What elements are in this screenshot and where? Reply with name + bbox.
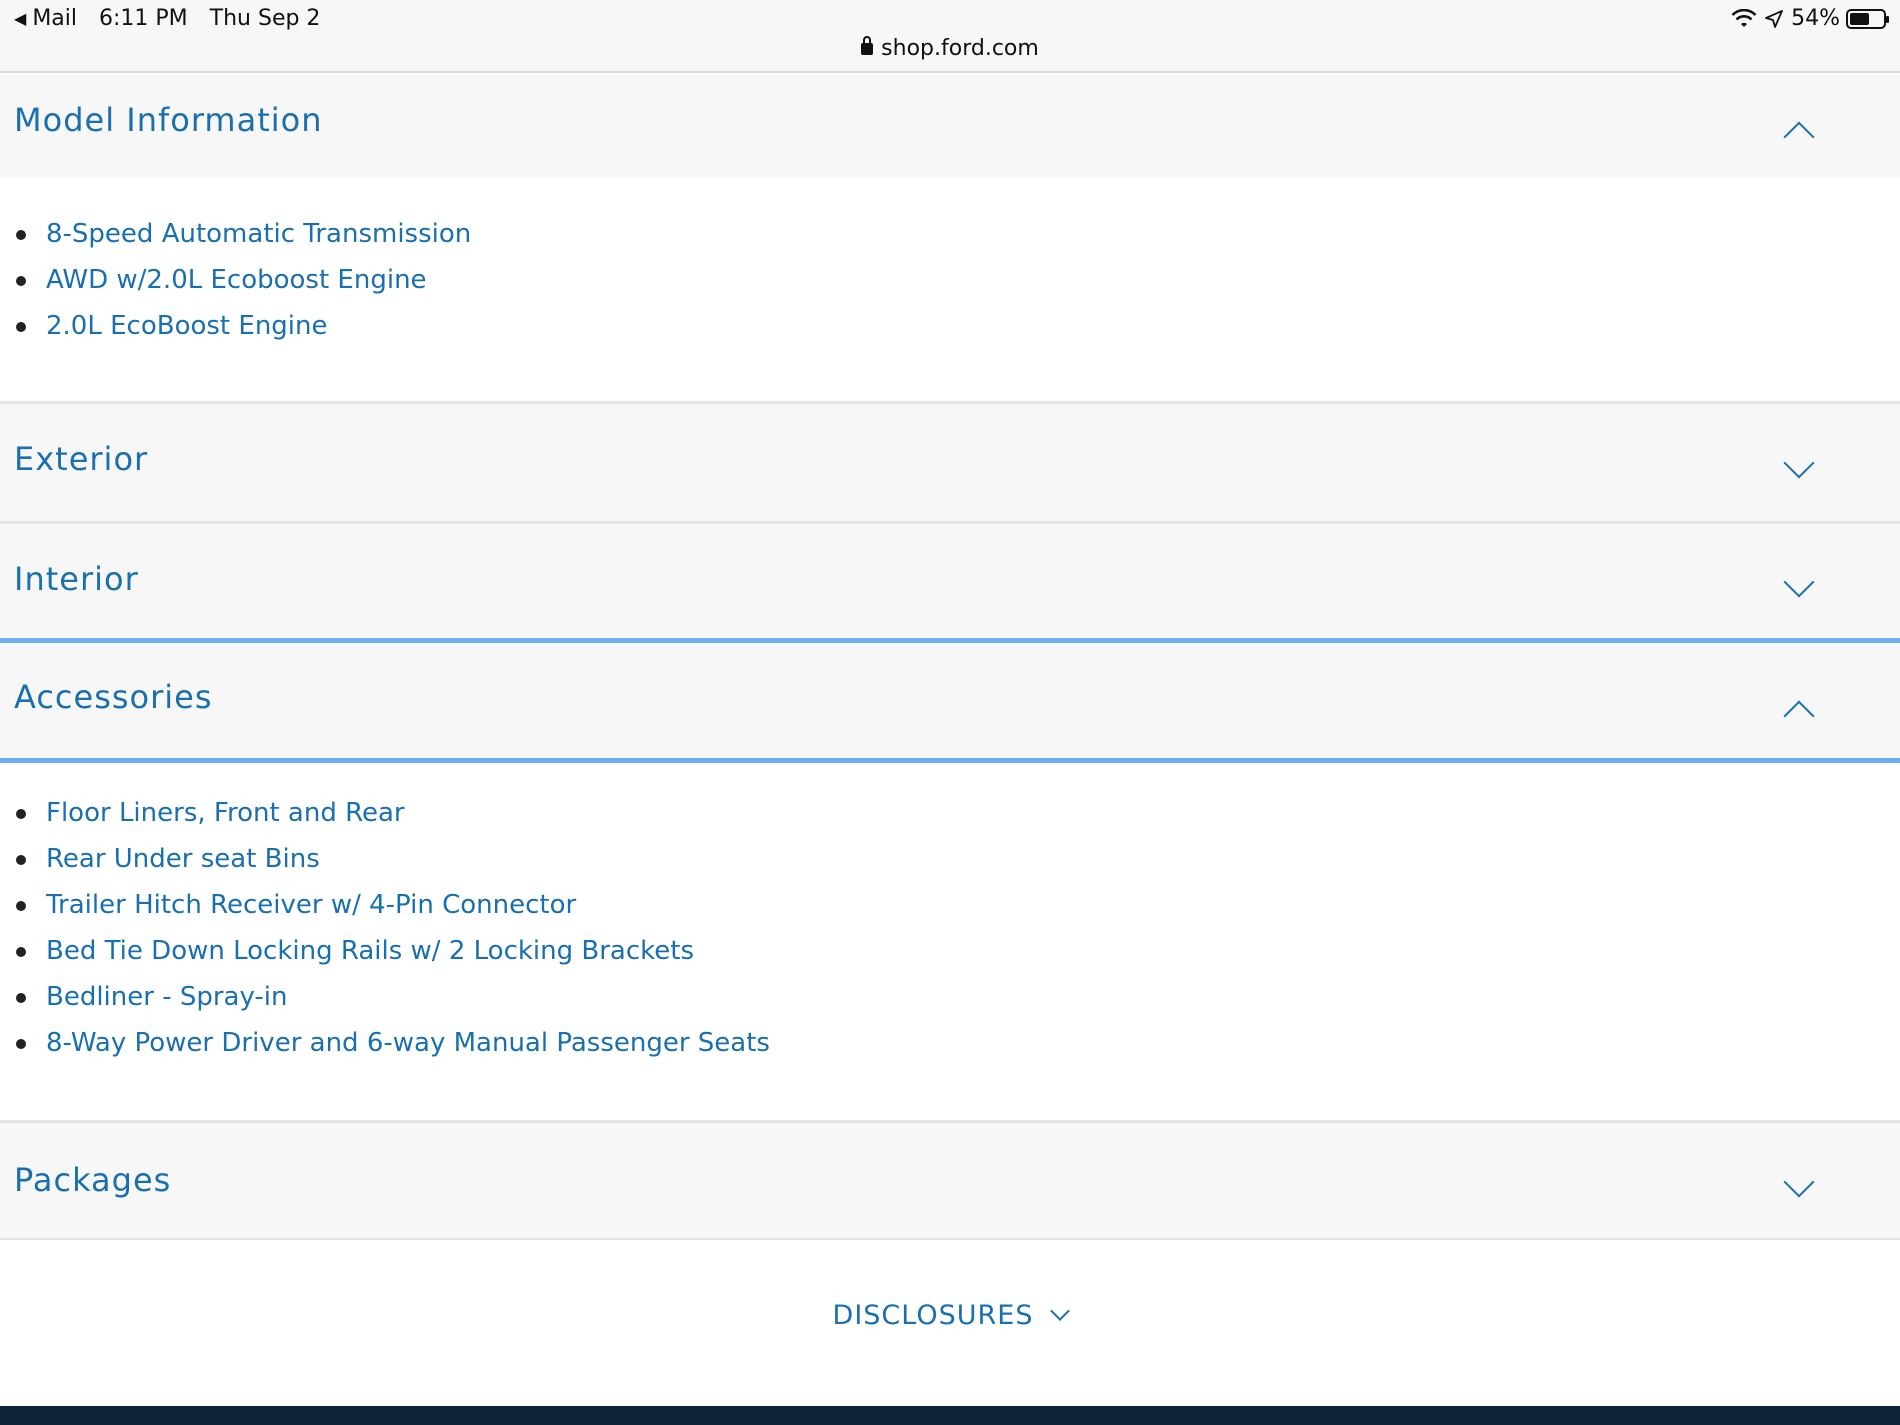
section-title: Interior	[14, 560, 139, 598]
back-arrow-icon[interactable]: ◀	[14, 9, 26, 28]
list-item[interactable]: 2.0L EcoBoost Engine	[0, 303, 1900, 349]
chevron-down-icon[interactable]	[1783, 566, 1815, 598]
section-accessories[interactable]: Accessories	[0, 643, 1900, 758]
accent-divider	[0, 758, 1900, 763]
status-date: Thu Sep 2	[209, 6, 321, 31]
accessories-list: Floor Liners, Front and Rear Rear Under …	[0, 790, 1900, 1066]
disclosures-toggle[interactable]: DISCLOSURES	[0, 1300, 1900, 1331]
list-item[interactable]: 8-Speed Automatic Transmission	[0, 211, 1900, 257]
section-model-information[interactable]: Model Information	[0, 75, 1900, 178]
section-title: Packages	[14, 1161, 172, 1199]
chevron-up-icon[interactable]	[1783, 700, 1815, 732]
section-title: Accessories	[14, 678, 213, 716]
battery-icon	[1846, 8, 1889, 29]
list-item[interactable]: Rear Under seat Bins	[0, 836, 1900, 882]
url-text: shop.ford.com	[881, 36, 1039, 61]
chevron-up-icon[interactable]	[1783, 121, 1815, 153]
section-title: Model Information	[14, 101, 323, 139]
list-item[interactable]: Trailer Hitch Receiver w/ 4-Pin Connecto…	[0, 882, 1900, 928]
status-time: 6:11 PM	[99, 6, 188, 31]
wifi-icon	[1731, 8, 1757, 27]
status-bar: ◀ Mail 6:11 PM Thu Sep 2 54% shop.ford.c…	[0, 0, 1900, 73]
footer-bar	[0, 1406, 1900, 1425]
section-exterior[interactable]: Exterior	[0, 404, 1900, 521]
section-packages[interactable]: Packages	[0, 1123, 1900, 1238]
status-right: 54%	[1731, 6, 1889, 31]
lock-icon	[861, 36, 874, 55]
list-item[interactable]: Bedliner - Spray-in	[0, 974, 1900, 1020]
section-title: Exterior	[14, 440, 149, 478]
address-bar[interactable]: shop.ford.com	[0, 36, 1900, 61]
divider	[0, 1238, 1900, 1240]
model-information-list: 8-Speed Automatic Transmission AWD w/2.0…	[0, 211, 1900, 349]
battery-percent: 54%	[1791, 6, 1840, 31]
list-item[interactable]: Bed Tie Down Locking Rails w/ 2 Locking …	[0, 928, 1900, 974]
list-item[interactable]: Floor Liners, Front and Rear	[0, 790, 1900, 836]
section-interior[interactable]: Interior	[0, 524, 1900, 638]
chevron-down-icon[interactable]	[1783, 1166, 1815, 1198]
list-item[interactable]: AWD w/2.0L Ecoboost Engine	[0, 257, 1900, 303]
disclosures-label: DISCLOSURES	[832, 1300, 1034, 1331]
list-item[interactable]: 8-Way Power Driver and 6-way Manual Pass…	[0, 1020, 1900, 1066]
status-left: ◀ Mail 6:11 PM Thu Sep 2	[14, 6, 342, 31]
chevron-down-icon	[1050, 1301, 1071, 1321]
chevron-down-icon[interactable]	[1783, 447, 1815, 479]
back-app-label[interactable]: Mail	[32, 6, 77, 31]
location-icon	[1765, 9, 1783, 28]
